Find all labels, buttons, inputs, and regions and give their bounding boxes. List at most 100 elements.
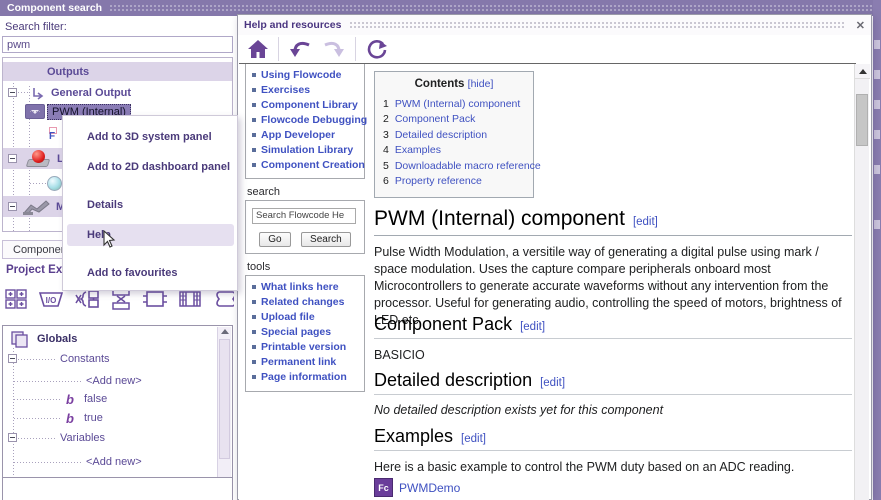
scroll-up-icon: [859, 69, 867, 74]
section-detailed-description: Detailed description [edit]: [374, 370, 852, 395]
collapse-icon[interactable]: [8, 202, 17, 211]
tools-section-heading: tools: [247, 260, 271, 273]
forward-button[interactable]: [321, 38, 347, 60]
scroll-up-button[interactable]: [855, 64, 870, 79]
edit-link[interactable]: [edit]: [540, 377, 565, 389]
bullet-icon: [252, 285, 256, 289]
tree-item-false[interactable]: b false: [3, 390, 107, 408]
search-filter-label: Search filter:: [5, 21, 67, 33]
nav-link[interactable]: Component Library: [252, 97, 364, 112]
component-pack-text: BASICIO: [374, 348, 425, 362]
menu-item-help[interactable]: Help: [67, 224, 234, 246]
scrollbar-thumb[interactable]: [856, 94, 868, 146]
example-file-row[interactable]: Fc PWMDemo: [374, 478, 460, 497]
detailed-description-text: No detailed description exists yet for t…: [374, 403, 664, 417]
collapse-icon[interactable]: [8, 354, 17, 363]
bullet-icon: [252, 102, 256, 107]
tree-item-true[interactable]: b true: [3, 409, 103, 427]
toc-link[interactable]: Detailed description: [395, 129, 487, 141]
nav-link[interactable]: Exercises: [252, 82, 364, 97]
tree-item-globals[interactable]: Globals: [3, 330, 77, 348]
tool-link[interactable]: Related changes: [252, 295, 364, 310]
globals-scrollbar[interactable]: [217, 327, 231, 491]
nav-link[interactable]: Component Creation: [252, 157, 365, 172]
menu-item-details[interactable]: Details: [67, 194, 234, 216]
help-window-titlebar[interactable]: Help and resources ✕: [238, 15, 871, 35]
connection-points-icon[interactable]: [4, 287, 29, 311]
output-branch-icon: [33, 87, 44, 100]
section-examples: Examples [edit]: [374, 426, 852, 451]
tree-item-add-new-variable[interactable]: <Add new>: [3, 453, 142, 471]
toc-link[interactable]: Component Pack: [395, 113, 476, 125]
tool-link[interactable]: What links here: [252, 280, 364, 295]
background-panel-edge: [873, 0, 881, 500]
wiki-tools-box: What links here Related changes Upload f…: [245, 274, 365, 392]
help-scrollbar[interactable]: [854, 64, 870, 500]
sphere-icon: [47, 175, 62, 191]
tree-item-variables[interactable]: Variables: [3, 429, 105, 447]
bullet-icon: [252, 345, 256, 349]
go-button[interactable]: Go: [259, 231, 291, 247]
edit-link[interactable]: [edit]: [461, 433, 486, 445]
bullet-icon: [252, 147, 256, 152]
toc-hide-link[interactable]: [hide]: [468, 78, 494, 90]
tool-link[interactable]: Printable version: [252, 340, 364, 355]
component-context-menu: Add to 3D system panel Add to 2D dashboa…: [62, 115, 238, 291]
menu-item-add-3d[interactable]: Add to 3D system panel: [67, 126, 234, 148]
article-h1: PWM (Internal) component [edit]: [374, 207, 852, 236]
menu-item-add-2d[interactable]: Add to 2D dashboard panel: [67, 156, 234, 178]
collapse-icon[interactable]: [8, 154, 17, 163]
wiki-search-input[interactable]: [252, 207, 356, 224]
help-and-resources-window: Help and resources ✕ Using Flowcode Exer…: [237, 14, 872, 500]
tool-link[interactable]: Special pages: [252, 325, 364, 340]
tree-item-add-new-constant[interactable]: <Add new>: [3, 372, 142, 390]
bullet-icon: [252, 360, 256, 364]
collapse-icon[interactable]: [8, 433, 17, 442]
tree-item-general-output[interactable]: General Output: [3, 83, 232, 102]
tree-item-outputs[interactable]: Outputs: [3, 62, 232, 81]
titlebar-grip: [109, 4, 873, 12]
pages-icon: [11, 331, 28, 348]
tool-link[interactable]: Page information: [252, 370, 364, 385]
bullet-icon: [252, 87, 256, 92]
nav-link[interactable]: Using Flowcode: [252, 67, 364, 82]
nav-link[interactable]: Simulation Library: [252, 142, 364, 157]
bool-type-icon: b: [66, 410, 74, 426]
titlebar-grip: [349, 21, 846, 29]
search-filter-input[interactable]: [2, 36, 233, 53]
edit-link[interactable]: [edit]: [633, 216, 658, 228]
close-icon[interactable]: ✕: [856, 19, 865, 32]
search-button[interactable]: Search: [301, 231, 351, 247]
pwmdemo-link[interactable]: PWMDemo: [399, 481, 460, 495]
home-button[interactable]: [246, 38, 270, 60]
robot-arm-icon: [23, 199, 50, 215]
bullet-icon: [252, 162, 256, 167]
bullet-icon: [252, 330, 256, 334]
search-section-heading: search: [247, 186, 281, 198]
tool-link[interactable]: Upload file: [252, 310, 364, 325]
toc-link[interactable]: Property reference: [395, 175, 482, 187]
back-button[interactable]: [287, 38, 313, 60]
bottom-empty-panel: [2, 477, 233, 500]
toc-link[interactable]: Downloadable macro reference: [395, 160, 541, 172]
wiki-sidebar: Using Flowcode Exercises Component Libra…: [245, 64, 367, 392]
bool-type-icon: b: [66, 391, 74, 407]
edit-link[interactable]: [edit]: [520, 321, 545, 333]
section-component-pack: Component Pack [edit]: [374, 314, 852, 339]
refresh-button[interactable]: [364, 37, 390, 61]
menu-item-add-favourites[interactable]: Add to favourites: [67, 262, 234, 284]
bullet-icon: [252, 315, 256, 319]
scroll-up-icon[interactable]: [221, 329, 229, 334]
nav-link[interactable]: Flowcode Debugging: [252, 112, 367, 127]
help-content-area: Using Flowcode Exercises Component Libra…: [239, 63, 856, 500]
toc-link[interactable]: Examples: [395, 144, 441, 156]
help-toolbar: [238, 35, 871, 63]
bullet-icon: [252, 300, 256, 304]
collapse-icon[interactable]: [8, 88, 17, 97]
nav-link[interactable]: App Developer: [252, 127, 364, 142]
tool-link[interactable]: Permanent link: [252, 355, 364, 370]
toc-link[interactable]: PWM (Internal) component: [395, 98, 520, 110]
tree-item-constants[interactable]: Constants: [3, 350, 110, 368]
bullet-icon: [252, 72, 256, 77]
scrollbar-track[interactable]: [219, 339, 230, 459]
